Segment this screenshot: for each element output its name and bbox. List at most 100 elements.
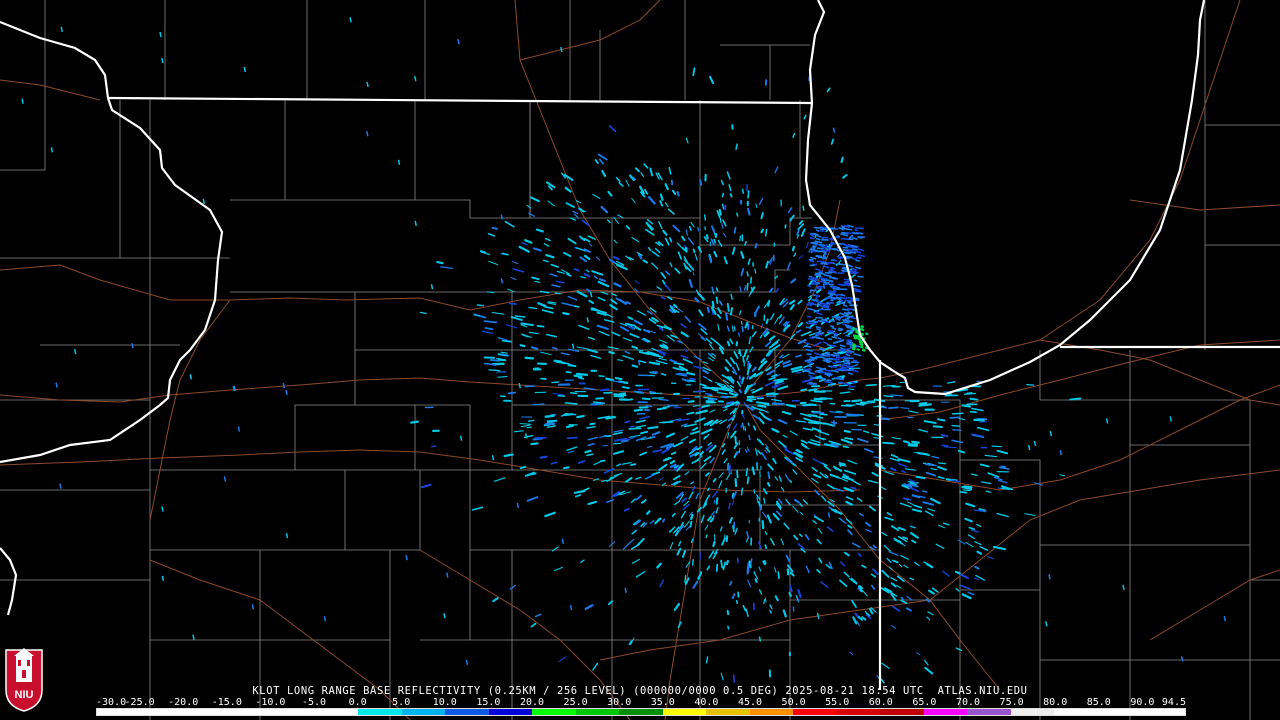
echo-streak [690,513,694,521]
echo-streak [824,373,833,376]
echo-streak [746,568,750,575]
echo-speck [802,205,805,211]
echo-streak [840,237,849,241]
echo-streak [684,246,688,252]
echo-streak [751,466,756,476]
echo-speck [161,506,164,512]
echo-streak [410,420,419,424]
echo-streak [991,445,1003,448]
echo-streak [866,400,876,403]
echo-streak [744,241,747,246]
echo-speck [237,426,241,432]
echo-streak [852,248,859,251]
echo-streak [846,296,854,300]
echo-streak [832,277,838,280]
echo-streak [631,364,639,368]
echo-streak [740,423,743,429]
echo-streak [850,486,857,490]
echo-streak [740,487,744,496]
echo-streak [539,455,548,459]
echo-streak [845,413,860,417]
echo-streak [576,414,585,419]
echo-streak [836,297,842,300]
echo-streak [584,449,592,454]
echo-streak [614,376,623,381]
scale-swatch [271,709,315,715]
echo-speck [1169,416,1172,422]
scale-label: -10.0 [255,697,286,708]
echo-peak [852,344,856,348]
echo-streak [746,476,750,485]
echo-streak [883,395,894,398]
echo-speck [59,483,62,489]
echo-speck [524,433,528,439]
echo-streak [688,377,696,381]
echo-streak [842,319,849,322]
echo-streak [734,478,738,488]
echo-streak [800,388,808,392]
echo-streak [844,437,854,441]
echo-streak [746,207,751,216]
echo-speck [758,636,762,642]
echo-streak [692,67,696,77]
echo-streak [811,336,817,339]
echo-streak [565,370,572,374]
echo-streak [814,375,822,379]
echo-speck [465,659,469,666]
echo-streak [764,597,767,603]
echo-peak [852,346,857,350]
echo-streak [764,228,768,237]
echo-streak [488,369,501,372]
echo-speck [202,198,206,204]
echo-streak [810,260,815,263]
echo-streak [856,256,862,259]
echo-streak [659,193,664,201]
scale-label: 20.0 [519,697,545,708]
echo-speck [414,220,417,226]
echo-streak [501,252,509,256]
echo-streak [854,228,859,232]
echo-streak [715,497,719,505]
echo-speck [430,284,434,290]
scale-swatch [575,709,620,715]
echo-speck [251,604,255,610]
echo-streak [808,320,817,323]
echo-streak [527,419,535,422]
echo-streak [686,372,696,376]
echo-streak [806,315,812,318]
echo-streak [979,421,987,423]
echo-streak [497,376,508,378]
echo-speck [285,389,288,396]
echo-streak [816,260,825,263]
echo-streak [820,277,828,280]
echo-streak [497,358,507,362]
echo-streak [618,392,627,395]
echo-streak [812,233,819,236]
scale-swatch [1141,709,1185,715]
echo-peak [854,329,859,333]
echo-peak [859,327,864,331]
radar-map[interactable] [0,0,1280,720]
echo-streak [830,227,837,230]
scale-swatch [706,709,750,715]
echo-streak [840,156,844,164]
echo-streak [484,327,494,331]
echo-streak [873,424,881,426]
echo-streak [544,414,555,418]
echo-streak [660,372,667,376]
echo-speck [366,81,369,88]
echo-speck [232,385,235,391]
echo-streak [647,426,659,430]
echo-peak [852,327,857,330]
echo-streak [696,407,703,410]
scale-label: 35.0 [650,697,675,708]
echo-streak [763,599,766,605]
echo-streak [729,580,733,586]
echo-streak [837,364,842,367]
echo-streak [881,417,890,421]
echo-streak [735,599,739,605]
echo-streak [832,287,840,291]
echo-streak [706,306,710,313]
echo-speck [223,476,227,482]
echo-streak [690,538,694,544]
